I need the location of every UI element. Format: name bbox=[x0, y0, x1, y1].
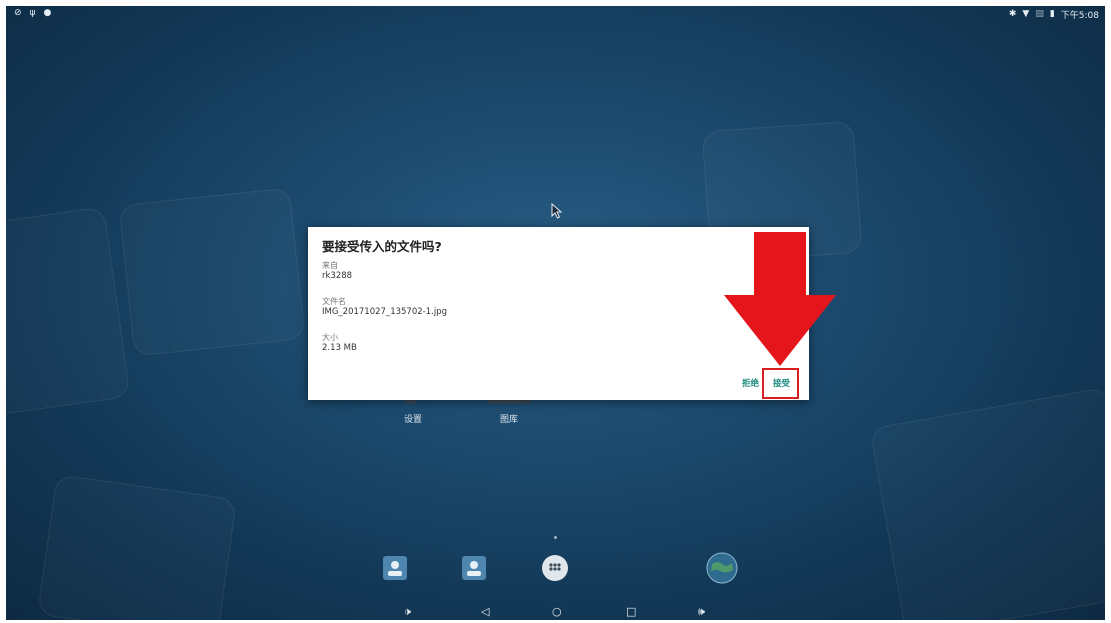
no-sim-icon: ▧ bbox=[1035, 9, 1044, 19]
from-label: 来自 bbox=[322, 261, 338, 270]
wallpaper-tile bbox=[118, 187, 306, 357]
page-indicator-dot bbox=[554, 536, 557, 539]
wifi-icon: ▼ bbox=[1022, 9, 1030, 19]
contacts-icon[interactable] bbox=[460, 554, 488, 582]
android-screen: ⊘ ψ ● ✱ ▼ ▧ ▮ 下午5:08 设置 图库 要接受传入的文件吗? 来自… bbox=[6, 6, 1105, 620]
notification-icon: ⊘ bbox=[14, 8, 22, 18]
usb-icon: ψ bbox=[29, 8, 36, 18]
wallpaper-tile bbox=[37, 474, 237, 620]
decline-button[interactable]: 拒绝 bbox=[742, 377, 759, 389]
size-value: 2.13 MB bbox=[322, 343, 357, 353]
filename-value: IMG_20171027_135702-1.jpg bbox=[322, 307, 447, 317]
app-drawer-icon[interactable] bbox=[541, 554, 569, 582]
bluetooth-icon: ✱ bbox=[1008, 9, 1017, 19]
contacts-icon[interactable] bbox=[381, 554, 409, 582]
filename-label: 文件名 bbox=[322, 297, 346, 306]
dialog-title: 要接受传入的文件吗? bbox=[322, 239, 442, 254]
wallpaper-tile bbox=[869, 386, 1105, 620]
volume-up-icon[interactable]: 🕪 bbox=[698, 604, 705, 620]
back-icon[interactable]: ◁ bbox=[481, 604, 489, 620]
from-value: rk3288 bbox=[322, 271, 353, 281]
home-icon[interactable]: ○ bbox=[552, 604, 562, 620]
accept-highlight-box bbox=[762, 368, 799, 399]
red-arrow-annotation-icon bbox=[724, 232, 836, 366]
status-bar: ⊘ ψ ● ✱ ▼ ▧ ▮ 下午5:08 bbox=[6, 6, 1105, 22]
mouse-cursor-icon bbox=[551, 203, 563, 219]
size-label: 大小 bbox=[322, 333, 338, 342]
gallery-app-label[interactable]: 图库 bbox=[500, 412, 518, 425]
recents-icon[interactable]: □ bbox=[626, 604, 636, 620]
status-time: 下午5:08 bbox=[1060, 11, 1099, 21]
navigation-bar: 🕩 ◁ ○ □ 🕪 bbox=[6, 604, 1105, 620]
location-icon: ● bbox=[43, 8, 52, 18]
battery-icon: ▮ bbox=[1049, 9, 1055, 19]
browser-globe-icon[interactable] bbox=[706, 552, 738, 584]
volume-down-icon[interactable]: 🕩 bbox=[404, 604, 411, 620]
settings-app-label[interactable]: 设置 bbox=[404, 412, 422, 425]
wallpaper-tile bbox=[6, 206, 131, 418]
